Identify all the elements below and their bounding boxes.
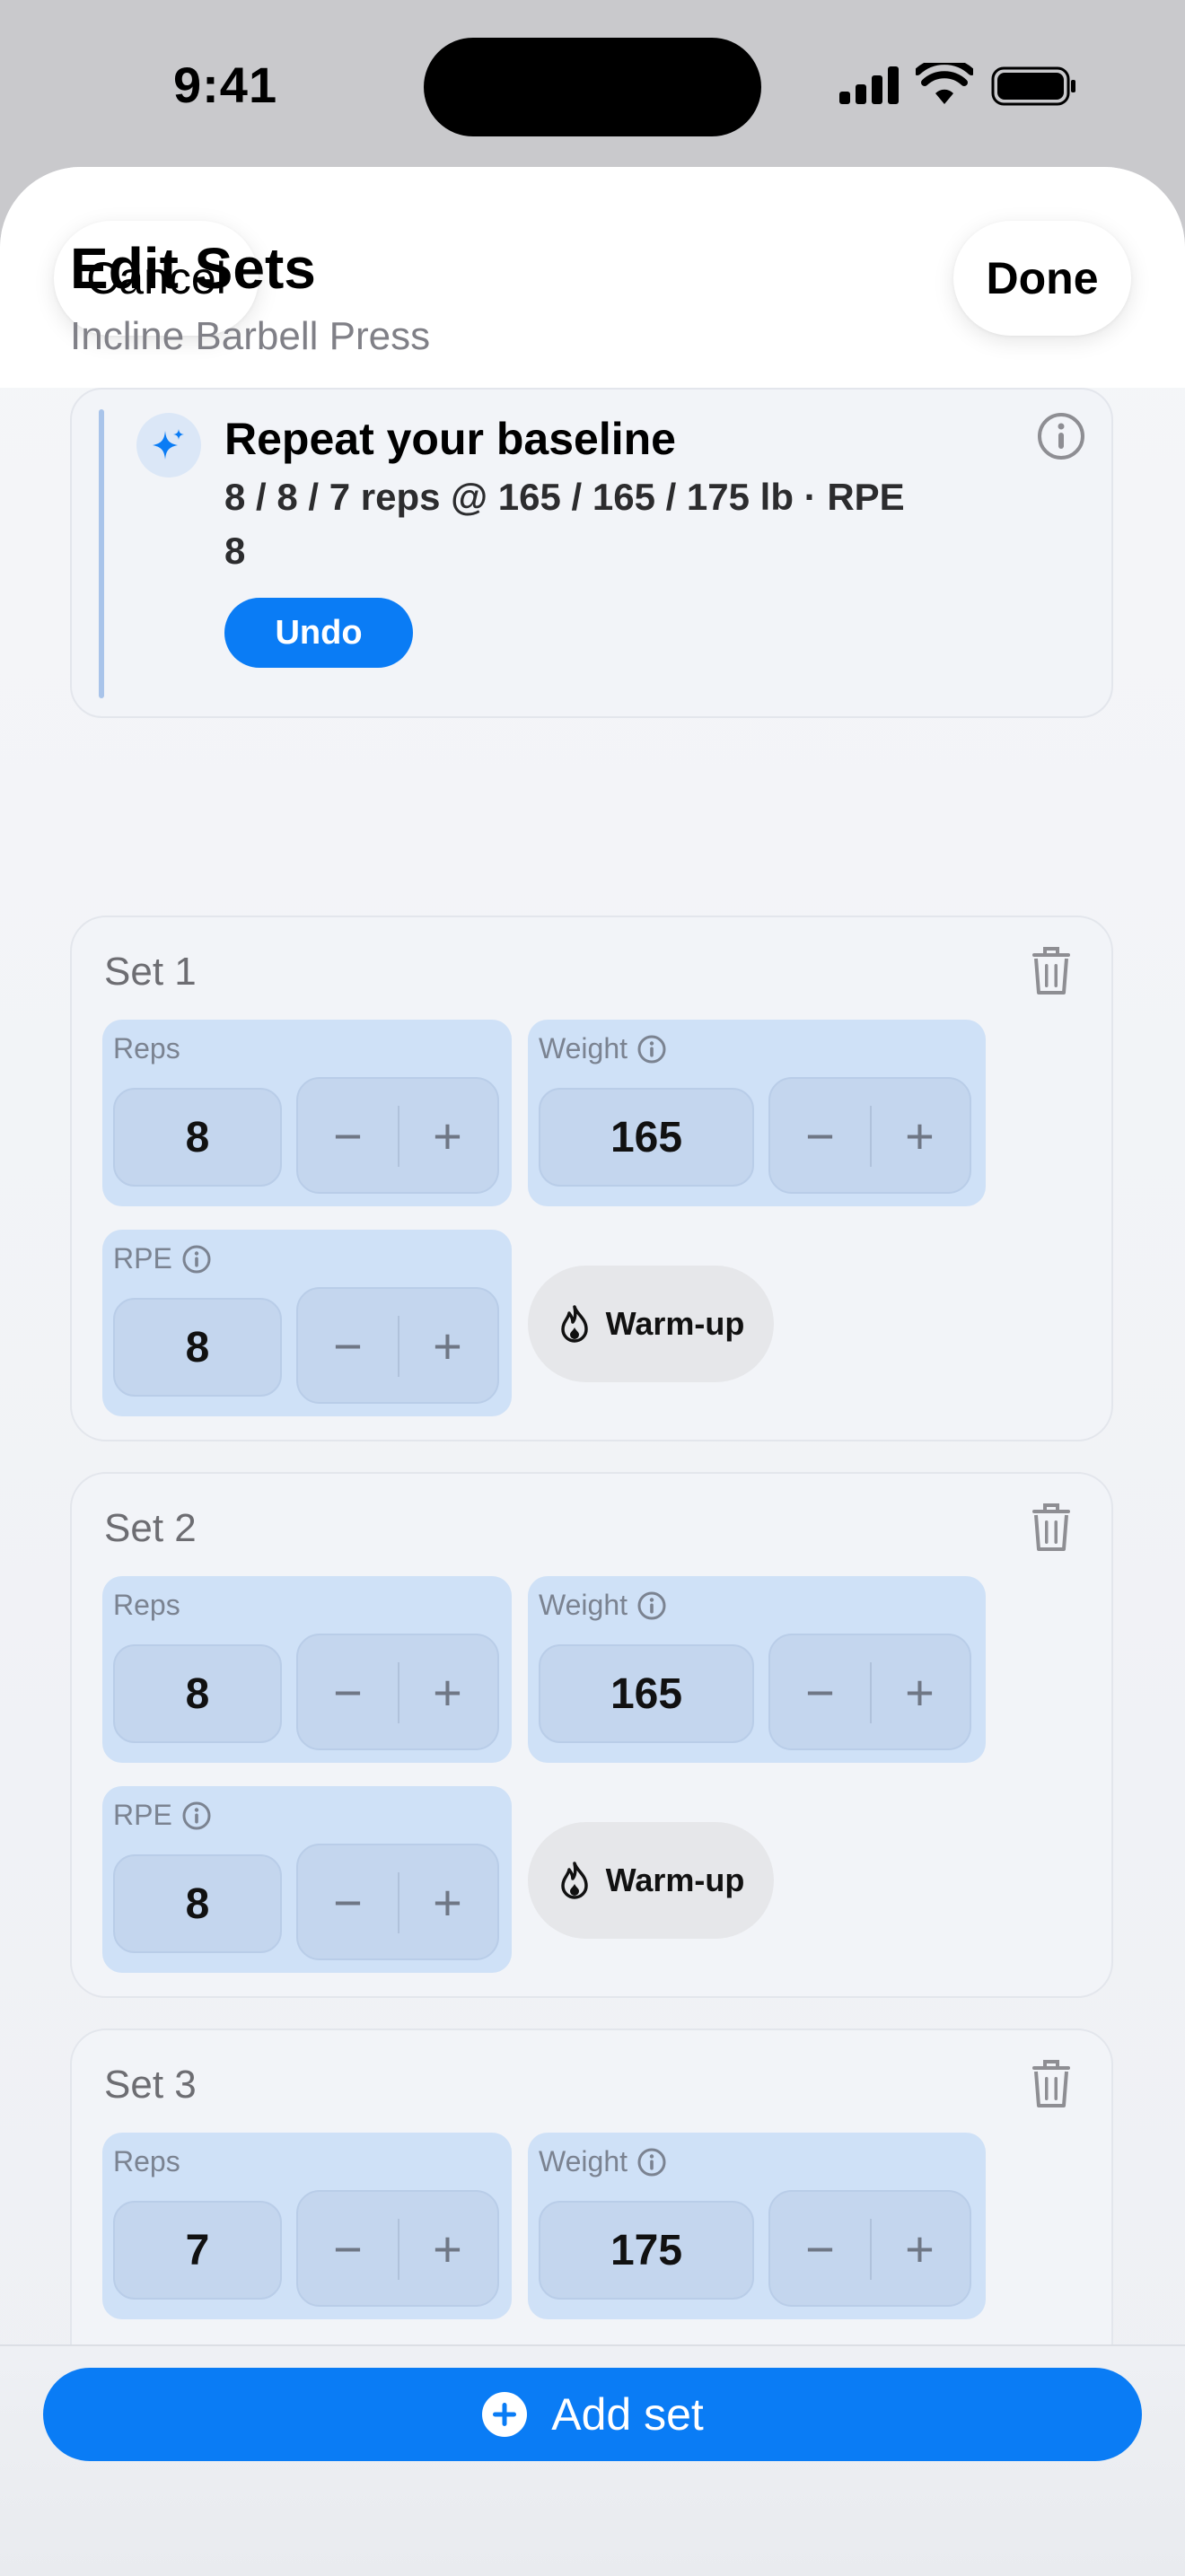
info-icon[interactable] <box>636 2147 667 2177</box>
rpe-field: RPE 8 − + <box>102 1230 512 1416</box>
warmup-label: Warm-up <box>605 1305 745 1342</box>
suggestion-accent-bar <box>99 409 104 698</box>
add-set-label: Add set <box>551 2389 704 2440</box>
trash-icon[interactable] <box>1029 1501 1074 1553</box>
plus-circle-icon <box>482 2392 528 2437</box>
set-title: Set 3 <box>104 2063 197 2107</box>
rpe-stepper: − + <box>296 1287 499 1404</box>
weight-increment-button[interactable]: + <box>870 1635 970 1748</box>
cellular-signal-icon <box>839 66 899 104</box>
set-card-1: Set 1 Reps 8 − + Weight 165 − + RPE 8 − … <box>70 916 1113 1441</box>
reps-increment-button[interactable]: + <box>398 1635 497 1748</box>
reps-decrement-button[interactable]: − <box>298 1079 398 1192</box>
flame-icon <box>560 1862 588 1899</box>
page-title: Edit Sets <box>70 236 316 301</box>
set-title: Set 1 <box>104 950 197 994</box>
info-icon[interactable] <box>1036 411 1086 461</box>
warmup-toggle[interactable]: Warm-up <box>528 1822 774 1939</box>
set-card-2: Set 2 Reps 8 − + Weight 165 − + RPE 8 − … <box>70 1472 1113 1998</box>
weight-stepper: − + <box>768 2190 971 2307</box>
status-time: 9:41 <box>173 57 278 113</box>
reps-decrement-button[interactable]: − <box>298 1635 398 1748</box>
info-icon[interactable] <box>181 1801 212 1831</box>
reps-increment-button[interactable]: + <box>398 1079 497 1192</box>
set-title: Set 2 <box>104 1506 197 1550</box>
weight-label: Weight <box>539 1032 628 1065</box>
reps-label: Reps <box>113 1589 180 1621</box>
reps-value[interactable]: 8 <box>113 1644 282 1743</box>
weight-label: Weight <box>539 1589 628 1621</box>
suggestion-detail: 8 / 8 / 7 reps @ 165 / 165 / 175 lb · RP… <box>224 476 905 572</box>
reps-stepper: − + <box>296 1634 499 1750</box>
battery-icon <box>991 66 1075 106</box>
reps-value[interactable]: 7 <box>113 2201 282 2300</box>
warmup-toggle[interactable]: Warm-up <box>528 1266 774 1382</box>
info-icon[interactable] <box>181 1244 212 1275</box>
undo-button[interactable]: Undo <box>224 598 413 668</box>
rpe-value[interactable]: 8 <box>113 1298 282 1397</box>
add-set-button[interactable]: Add set <box>43 2368 1142 2461</box>
rpe-increment-button[interactable]: + <box>398 1845 497 1958</box>
weight-decrement-button[interactable]: − <box>770 2192 870 2305</box>
info-icon[interactable] <box>636 1590 667 1621</box>
info-icon[interactable] <box>636 1034 667 1065</box>
exercise-name: Incline Barbell Press <box>70 314 431 358</box>
rpe-increment-button[interactable]: + <box>398 1289 497 1402</box>
reps-stepper: − + <box>296 1077 499 1194</box>
sparkle-icon <box>136 413 201 478</box>
rpe-label: RPE <box>113 1799 172 1831</box>
weight-stepper: − + <box>768 1634 971 1750</box>
rpe-decrement-button[interactable]: − <box>298 1289 398 1402</box>
weight-field: Weight 165 − + <box>528 1020 986 1206</box>
done-button[interactable]: Done <box>953 221 1131 336</box>
suggestion-title: Repeat your baseline <box>224 414 676 464</box>
trash-icon[interactable] <box>1029 2057 1074 2109</box>
reps-decrement-button[interactable]: − <box>298 2192 398 2305</box>
rpe-value[interactable]: 8 <box>113 1854 282 1953</box>
weight-value[interactable]: 165 <box>539 1644 754 1743</box>
suggestion-card: Repeat your baseline 8 / 8 / 7 reps @ 16… <box>70 388 1113 718</box>
dynamic-island <box>424 38 761 136</box>
weight-decrement-button[interactable]: − <box>770 1635 870 1748</box>
reps-field: Reps 8 − + <box>102 1020 512 1206</box>
weight-increment-button[interactable]: + <box>870 1079 970 1192</box>
trash-icon[interactable] <box>1029 944 1074 996</box>
weight-stepper: − + <box>768 1077 971 1194</box>
reps-value[interactable]: 8 <box>113 1088 282 1187</box>
weight-field: Weight 165 − + <box>528 1576 986 1763</box>
warmup-label: Warm-up <box>605 1862 745 1898</box>
flame-icon <box>560 1305 588 1343</box>
status-bar: 9:41 <box>0 0 1185 171</box>
weight-value[interactable]: 175 <box>539 2201 754 2300</box>
reps-increment-button[interactable]: + <box>398 2192 497 2305</box>
reps-field: Reps 8 − + <box>102 1576 512 1763</box>
weight-field: Weight 175 − + <box>528 2133 986 2319</box>
rpe-label: RPE <box>113 1242 172 1275</box>
weight-increment-button[interactable]: + <box>870 2192 970 2305</box>
weight-decrement-button[interactable]: − <box>770 1079 870 1192</box>
reps-field: Reps 7 − + <box>102 2133 512 2319</box>
rpe-stepper: − + <box>296 1844 499 1960</box>
reps-label: Reps <box>113 1032 180 1065</box>
rpe-decrement-button[interactable]: − <box>298 1845 398 1958</box>
wifi-icon <box>916 63 973 104</box>
rpe-field: RPE 8 − + <box>102 1786 512 1973</box>
reps-label: Reps <box>113 2145 180 2177</box>
reps-stepper: − + <box>296 2190 499 2307</box>
weight-value[interactable]: 165 <box>539 1088 754 1187</box>
weight-label: Weight <box>539 2145 628 2177</box>
